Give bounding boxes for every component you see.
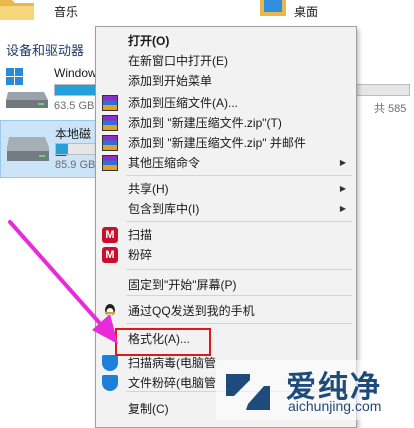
submenu-arrow-icon: ▶ xyxy=(339,204,346,213)
menu-item-9[interactable]: M 扫描 xyxy=(96,225,356,245)
menu-item-5[interactable]: 添加到 "新建压缩文件.zip" 并邮件 xyxy=(96,133,356,153)
menu-item-3[interactable]: 添加到压缩文件(A)... xyxy=(96,93,356,113)
drive-free: 共 585 xyxy=(374,103,407,115)
drive-size: 85.9 GB xyxy=(55,159,96,171)
shield-icon xyxy=(102,375,118,391)
winrar-icon xyxy=(102,135,118,151)
menu-item-7[interactable]: 共享(H) ▶ xyxy=(96,179,356,199)
menu-item-label: 复制(C) xyxy=(128,402,169,416)
menu-item-8[interactable]: 包含到库中(I) ▶ xyxy=(96,199,356,219)
folder-label: 音乐 xyxy=(54,5,79,19)
watermark-logo-icon xyxy=(226,374,270,410)
submenu-arrow-icon: ▶ xyxy=(339,184,346,193)
winrar-icon xyxy=(102,95,118,111)
menu-item-label: 共享(H) xyxy=(128,182,169,196)
menu-item-label: 其他压缩命令 xyxy=(128,156,201,170)
menu-separator xyxy=(126,221,352,222)
submenu-arrow-icon: ▶ xyxy=(339,158,346,167)
winrar-icon xyxy=(102,155,118,171)
folder-desktop[interactable]: 桌面 xyxy=(258,0,358,22)
menu-item-6[interactable]: 其他压缩命令 ▶ xyxy=(96,153,356,173)
folder-label: 桌面 xyxy=(294,5,319,19)
drive-usage-bar xyxy=(55,143,97,155)
menu-item-2[interactable]: 添加到开始菜单 xyxy=(96,71,356,91)
menu-item-0[interactable]: 打开(O) xyxy=(96,31,356,51)
watermark: 爱纯净 aichunjing.com xyxy=(216,360,412,420)
menu-separator xyxy=(126,175,352,176)
menu-item-label: 包含到库中(I) xyxy=(128,202,200,216)
folder-music[interactable]: 音乐 xyxy=(0,0,90,22)
menu-item-label: 扫描病毒(电脑管 xyxy=(128,356,216,370)
menu-item-1[interactable]: 在新窗口中打开(E) xyxy=(96,51,356,71)
menu-item-label: 文件粉碎(电脑管 xyxy=(128,376,216,390)
menu-item-label: 打开(O) xyxy=(128,34,170,48)
shield-icon xyxy=(102,355,118,371)
menu-item-label: 在新窗口中打开(E) xyxy=(128,54,228,68)
winrar-icon xyxy=(102,115,118,131)
menu-item-label: 粉碎 xyxy=(128,248,153,262)
section-title: 设备和驱动器 xyxy=(6,43,85,58)
menu-separator xyxy=(126,269,352,270)
drive-local-disk[interactable]: 本地磁盘 85.9 GB xyxy=(0,120,102,178)
menu-item-11[interactable]: 固定到"开始"屏幕(P) xyxy=(96,275,356,295)
menu-item-label: 扫描 xyxy=(128,228,153,242)
windows-drive-icon xyxy=(6,68,48,108)
pointer-arrow xyxy=(8,220,118,344)
menu-item-4[interactable]: 添加到 "新建压缩文件.zip"(T) xyxy=(96,113,356,133)
menu-item-label: 固定到"开始"屏幕(P) xyxy=(128,278,237,292)
menu-item-12[interactable]: 通过QQ发送到我的手机 xyxy=(96,301,356,321)
menu-separator xyxy=(126,295,352,296)
menu-item-10[interactable]: M 粉碎 xyxy=(96,245,356,265)
drive-size: 63.5 GB xyxy=(54,100,95,112)
menu-item-label: 添加到 "新建压缩文件.zip" 并邮件 xyxy=(128,136,306,150)
menu-separator xyxy=(126,323,352,324)
hard-drive-icon xyxy=(7,137,49,161)
menu-item-label: 添加到压缩文件(A)... xyxy=(128,96,238,110)
watermark-url: aichunjing.com xyxy=(288,398,382,414)
menu-item-label: 添加到 "新建压缩文件.zip"(T) xyxy=(128,116,282,130)
menu-item-label: 添加到开始菜单 xyxy=(128,74,213,88)
folder-icon xyxy=(260,0,286,16)
folder-icon xyxy=(0,0,34,20)
menu-item-label: 通过QQ发送到我的手机 xyxy=(128,304,255,318)
